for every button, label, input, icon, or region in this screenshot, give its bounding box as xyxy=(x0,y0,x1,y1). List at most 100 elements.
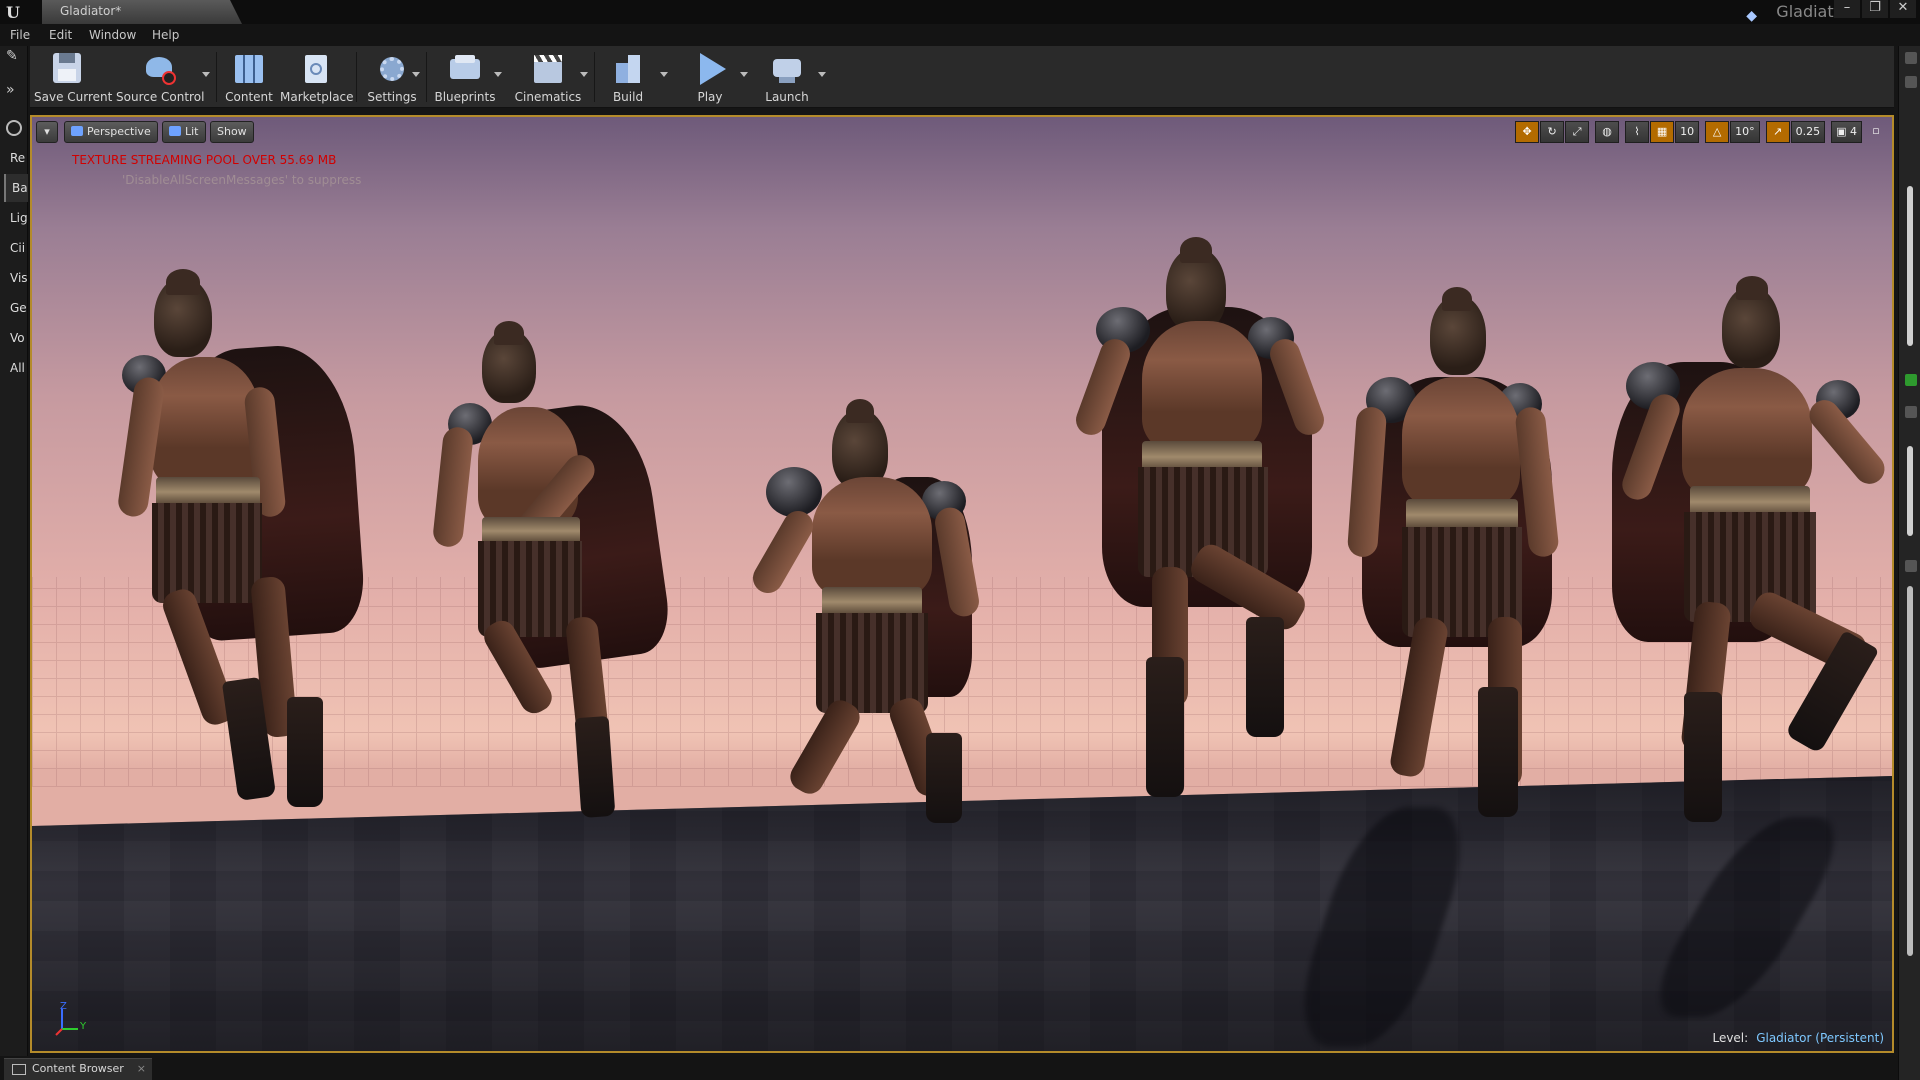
axis-z-label: Z xyxy=(60,1001,67,1012)
world-space-icon[interactable]: ◍ xyxy=(1595,121,1620,143)
add-icon[interactable] xyxy=(1905,374,1917,386)
scale-snap-icon[interactable]: ↗ xyxy=(1765,121,1790,143)
place-tab-volumes[interactable]: Vo xyxy=(4,324,28,352)
scale-snap-value[interactable]: 0.25 xyxy=(1790,121,1826,143)
rotation-snap-icon[interactable]: △ xyxy=(1705,121,1730,143)
details-scrollbar[interactable] xyxy=(1907,446,1913,536)
search-icon[interactable] xyxy=(1905,560,1917,572)
launch-dropdown-icon[interactable] xyxy=(818,72,826,77)
expand-icon[interactable]: » xyxy=(6,82,24,100)
camera-speed-button[interactable]: ▣ 4 xyxy=(1831,121,1862,143)
build-icon xyxy=(610,51,646,87)
close-button[interactable]: ✕ xyxy=(1890,0,1916,18)
blueprints-button[interactable]: Blueprints xyxy=(432,48,498,106)
window-controls: – ❐ ✕ xyxy=(1832,0,1916,20)
document-tab[interactable]: Gladiator* xyxy=(42,0,242,24)
place-tab-cinematic[interactable]: Cii xyxy=(4,234,28,262)
content-button[interactable]: Content xyxy=(222,48,276,106)
viewport-toolbar: ▾ Perspective Lit Show ✥ ↻ ⤢ ◍ ⌇ ▦ 10 △ … xyxy=(32,117,1892,147)
cinematics-icon xyxy=(530,51,566,87)
search-icon[interactable] xyxy=(6,120,22,136)
gladiator-character-2[interactable] xyxy=(402,317,674,819)
source-control-button[interactable]: Source Control xyxy=(116,48,204,106)
details-panel-strip xyxy=(1898,46,1920,1080)
translate-icon[interactable]: ✥ xyxy=(1515,121,1540,143)
camera-speed-icon: ▣ xyxy=(1836,125,1850,138)
place-tab-recent[interactable]: Re xyxy=(4,144,28,172)
cinematics-button[interactable]: Cinematics xyxy=(510,48,586,106)
settings-button[interactable]: Settings xyxy=(362,48,422,106)
menu-edit[interactable]: Edit xyxy=(49,24,72,46)
warning-suppress-hint: 'DisableAllScreenMessages' to suppress xyxy=(122,173,362,187)
menu-file[interactable]: File xyxy=(10,24,30,46)
modes-icon[interactable]: ✎ xyxy=(6,48,24,66)
project-icon: ◆ xyxy=(1746,8,1758,24)
save-current-button[interactable]: Save Current xyxy=(34,48,112,106)
maximize-viewport-icon[interactable]: ▫ xyxy=(1868,121,1884,143)
place-tab-basic[interactable]: Ba xyxy=(4,174,28,202)
play-dropdown-icon[interactable] xyxy=(740,72,748,77)
launch-button[interactable]: Launch xyxy=(756,48,818,106)
surface-snap-icon[interactable]: ⌇ xyxy=(1625,121,1650,143)
save-icon xyxy=(49,51,85,87)
place-tab-lights[interactable]: Lig xyxy=(4,204,28,232)
place-tab-all[interactable]: All xyxy=(4,354,28,382)
current-level-indicator: Level: Gladiator (Persistent) xyxy=(1712,1031,1884,1045)
perspective-button[interactable]: Perspective xyxy=(64,121,158,143)
marketplace-button[interactable]: Marketplace xyxy=(280,48,354,106)
menu-help[interactable]: Help xyxy=(152,24,179,46)
search-icon[interactable] xyxy=(1905,52,1917,64)
content-browser-label: Content Browser xyxy=(32,1062,124,1075)
launch-icon xyxy=(769,51,805,87)
maximize-button[interactable]: ❐ xyxy=(1862,0,1888,18)
lit-button[interactable]: Lit xyxy=(162,121,206,143)
unreal-logo-icon: U xyxy=(6,3,20,22)
rotation-snap-value[interactable]: 10° xyxy=(1730,121,1760,143)
build-dropdown-icon[interactable] xyxy=(660,72,668,77)
viewport-transform-controls: ✥ ↻ ⤢ ◍ ⌇ ▦ 10 △ 10° ↗ 0.25 ▣ 4 ▫ xyxy=(1514,121,1884,143)
cinematics-dropdown-icon[interactable] xyxy=(580,72,588,77)
marketplace-icon xyxy=(297,51,333,87)
place-tab-visual[interactable]: Vis xyxy=(4,264,28,292)
content-browser-tab[interactable]: Content Browser × xyxy=(4,1058,152,1080)
content-icon xyxy=(231,51,267,87)
title-bar: U Gladiator* ◆ Gladiator – ❐ ✕ xyxy=(0,0,1920,24)
gladiator-character-1[interactable] xyxy=(82,267,382,827)
properties-scrollbar[interactable] xyxy=(1907,586,1913,956)
gladiator-character-3[interactable] xyxy=(742,397,1002,837)
place-tab-geometry[interactable]: Ge xyxy=(4,294,28,322)
axis-y-label: Y xyxy=(80,1021,87,1032)
minimize-button[interactable]: – xyxy=(1834,0,1860,18)
source-control-icon xyxy=(142,51,178,87)
settings-icon xyxy=(374,51,410,87)
axis-gizmo: Y Z xyxy=(52,1001,92,1041)
rotate-icon[interactable]: ↻ xyxy=(1540,121,1565,143)
scale-icon[interactable]: ⤢ xyxy=(1565,121,1590,143)
build-button[interactable]: Build xyxy=(602,48,654,106)
level-viewport[interactable]: ▾ Perspective Lit Show ✥ ↻ ⤢ ◍ ⌇ ▦ 10 △ … xyxy=(30,115,1894,1053)
gladiator-character-4[interactable] xyxy=(1042,237,1362,827)
show-button[interactable]: Show xyxy=(210,121,254,143)
grid-snap-icon[interactable]: ▦ xyxy=(1650,121,1675,143)
blueprints-dropdown-icon[interactable] xyxy=(494,72,502,77)
close-tab-icon[interactable]: × xyxy=(137,1059,146,1079)
lit-sphere-icon xyxy=(169,126,181,136)
gladiator-character-6[interactable] xyxy=(1592,272,1892,842)
grid-snap-value[interactable]: 10 xyxy=(1675,121,1700,143)
source-control-dropdown-icon[interactable] xyxy=(202,72,210,77)
search-icon[interactable] xyxy=(1905,406,1917,418)
level-label: Level: xyxy=(1712,1031,1749,1045)
content-browser-icon xyxy=(12,1064,26,1075)
level-name: Gladiator (Persistent) xyxy=(1756,1031,1884,1045)
menu-window[interactable]: Window xyxy=(89,24,136,46)
texture-streaming-warning: TEXTURE STREAMING POOL OVER 55.69 MB xyxy=(72,153,337,167)
modes-panel-strip: ✎ » Re Ba Lig Cii Vis Ge Vo All xyxy=(0,46,28,1056)
bottom-tab-bar: Content Browser × xyxy=(0,1056,1898,1080)
menu-bar: File Edit Window Help xyxy=(0,24,1920,46)
settings-dropdown-icon[interactable] xyxy=(412,72,420,77)
outliner-scrollbar[interactable] xyxy=(1907,186,1913,346)
gladiator-character-5[interactable] xyxy=(1322,287,1582,847)
viewport-options-dropdown[interactable]: ▾ xyxy=(36,121,58,143)
search-icon[interactable] xyxy=(1905,76,1917,88)
play-button[interactable]: Play xyxy=(682,48,738,106)
